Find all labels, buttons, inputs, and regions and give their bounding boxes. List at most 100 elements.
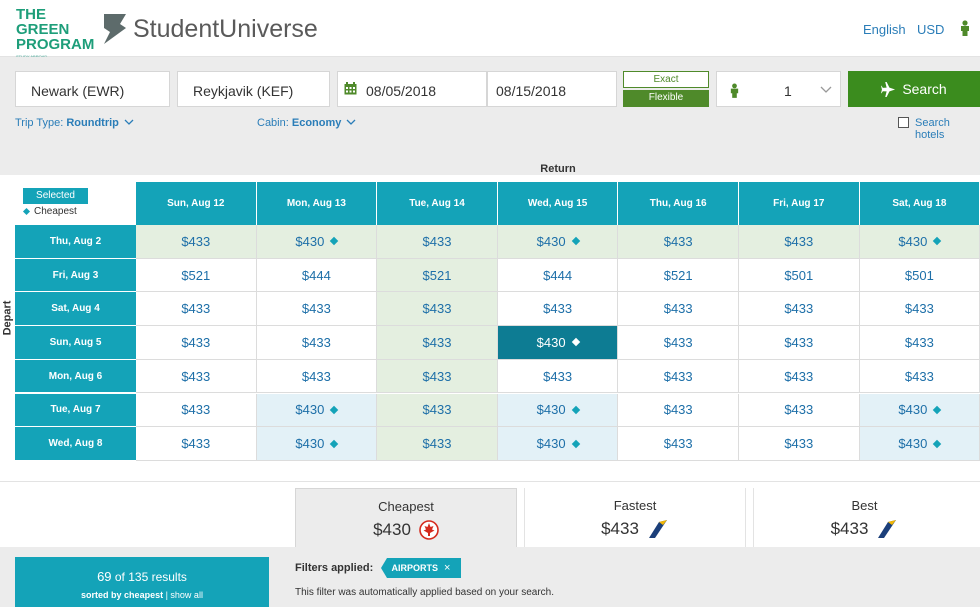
price-cell[interactable]: $430 <box>256 393 378 428</box>
price-cell[interactable]: $501 <box>739 258 860 293</box>
price-cell[interactable]: $430 <box>859 225 980 259</box>
price-cell[interactable]: $433 <box>859 292 980 327</box>
price-cell[interactable]: $433 <box>136 427 257 461</box>
depart-date-row-header[interactable]: Sun, Aug 5 <box>15 326 136 360</box>
price-cell[interactable]: $433 <box>136 393 257 428</box>
price-cell[interactable]: $501 <box>859 258 980 293</box>
price-value: $521 <box>663 267 693 283</box>
chevron-down-icon <box>346 119 356 125</box>
price-cell[interactable]: $430 <box>497 393 619 428</box>
filter-chip-airports[interactable]: AIRPORTS × <box>381 558 461 578</box>
price-cell[interactable]: $433 <box>377 393 498 428</box>
price-cell[interactable]: $433 <box>618 225 739 259</box>
price-cell[interactable]: $433 <box>618 393 739 428</box>
price-cell[interactable]: $433 <box>739 359 860 394</box>
price-cell[interactable]: $433 <box>618 427 739 461</box>
trip-type-dropdown[interactable]: Trip Type: Roundtrip <box>15 117 134 129</box>
price-cell[interactable]: $433 <box>256 292 378 327</box>
show-all-link[interactable]: show all <box>170 590 203 600</box>
depart-date-value: 08/05/2018 <box>366 83 437 99</box>
price-cell[interactable]: $444 <box>497 258 619 293</box>
depart-date-row-header[interactable]: Thu, Aug 2 <box>15 225 136 259</box>
price-value: $433 <box>784 233 814 249</box>
price-cell[interactable]: $430 <box>256 427 378 461</box>
price-cell[interactable]: $433 <box>618 326 739 360</box>
price-cell[interactable]: $433 <box>256 326 378 360</box>
tab-fastest[interactable]: Fastest $433 <box>524 488 746 547</box>
price-cell[interactable]: $433 <box>739 326 860 360</box>
price-cell[interactable]: $433 <box>377 292 498 327</box>
price-cell[interactable]: $430 <box>256 225 378 259</box>
chevron-down-icon <box>820 86 832 93</box>
the-green-program-logo[interactable]: THE GREEN PROGRAM STUDY ABROAD <box>16 7 98 59</box>
price-cell[interactable]: $433 <box>136 326 257 360</box>
depart-date-row-header[interactable]: Tue, Aug 7 <box>15 393 136 428</box>
results-count: 69 <box>97 569 112 584</box>
price-cell[interactable]: $433 <box>136 225 257 259</box>
account-person-icon[interactable] <box>959 20 971 36</box>
price-cell[interactable]: $433 <box>618 359 739 394</box>
price-cell[interactable]: $433 <box>136 359 257 394</box>
price-cell[interactable]: $433 <box>859 326 980 360</box>
destination-input[interactable]: Reykjavik (KEF) <box>177 71 330 107</box>
price-cell[interactable]: $433 <box>739 292 860 327</box>
price-value: $430 <box>295 233 325 249</box>
price-value: $433 <box>301 334 331 350</box>
price-cell[interactable]: $433 <box>256 359 378 394</box>
date-mode-exact[interactable]: Exact <box>623 71 709 88</box>
price-cell[interactable]: $433 <box>739 427 860 461</box>
air-canada-icon <box>419 520 439 540</box>
return-date-column-header[interactable]: Mon, Aug 13 <box>256 182 378 225</box>
price-cell[interactable]: $521 <box>618 258 739 293</box>
language-selector[interactable]: English <box>863 22 906 37</box>
price-cell[interactable]: $433 <box>618 292 739 327</box>
close-icon[interactable]: × <box>444 562 450 574</box>
price-cell[interactable]: $430 <box>497 225 619 259</box>
passenger-count-select[interactable]: 1 <box>716 71 841 107</box>
return-date-column-header[interactable]: Sat, Aug 18 <box>859 182 980 225</box>
price-cell[interactable]: $430 <box>497 427 619 461</box>
depart-date-row-header[interactable]: Fri, Aug 3 <box>15 258 136 293</box>
return-date-column-header[interactable]: Fri, Aug 17 <box>739 182 860 225</box>
calendar-icon <box>344 82 357 95</box>
filters-label: Filters applied: <box>295 562 374 574</box>
return-date-column-header[interactable]: Sun, Aug 12 <box>136 182 257 225</box>
tab-best[interactable]: Best $433 <box>753 488 975 547</box>
price-cell[interactable]: $433 <box>136 292 257 327</box>
depart-date-row-header[interactable]: Wed, Aug 8 <box>15 427 136 461</box>
cabin-dropdown[interactable]: Cabin: Economy <box>257 117 356 129</box>
price-cell[interactable]: $433 <box>739 393 860 428</box>
price-cell-selected[interactable]: $430 <box>497 326 619 360</box>
price-cell[interactable]: $444 <box>256 258 378 293</box>
price-cell[interactable]: $433 <box>377 225 498 259</box>
depart-date-row-header[interactable]: Mon, Aug 6 <box>15 359 136 394</box>
price-cell[interactable]: $430 <box>859 393 980 428</box>
depart-date-input[interactable]: 08/05/2018 <box>337 71 487 107</box>
date-mode-flexible[interactable]: Flexible <box>623 90 709 107</box>
price-cell[interactable]: $433 <box>859 359 980 394</box>
price-cell[interactable]: $433 <box>497 292 619 327</box>
return-date-column-header[interactable]: Thu, Aug 16 <box>618 182 739 225</box>
origin-input[interactable]: Newark (EWR) <box>15 71 170 107</box>
search-hotels-label[interactable]: Search hotels <box>915 117 980 141</box>
search-button[interactable]: Search <box>848 71 980 107</box>
search-hotels-checkbox[interactable] <box>898 117 909 128</box>
depart-date-row-header[interactable]: Sat, Aug 4 <box>15 292 136 327</box>
price-cell[interactable]: $433 <box>497 359 619 394</box>
brand-name[interactable]: StudentUniverse <box>133 15 318 44</box>
tab-cheapest[interactable]: Cheapest $430 <box>295 488 517 547</box>
price-value: $433 <box>784 368 814 384</box>
currency-selector[interactable]: USD <box>917 22 944 37</box>
price-cell[interactable]: $433 <box>377 359 498 394</box>
price-cell[interactable]: $433 <box>377 427 498 461</box>
price-cell[interactable]: $521 <box>377 258 498 293</box>
price-value: $433 <box>181 233 211 249</box>
return-date-input[interactable]: 08/15/2018 <box>487 71 617 107</box>
price-cell[interactable]: $433 <box>377 326 498 360</box>
price-cell[interactable]: $433 <box>739 225 860 259</box>
return-date-column-header[interactable]: Wed, Aug 15 <box>497 182 619 225</box>
return-date-column-header[interactable]: Tue, Aug 14 <box>377 182 498 225</box>
price-cell[interactable]: $521 <box>136 258 257 293</box>
cheapest-diamond-icon <box>22 207 31 216</box>
price-cell[interactable]: $430 <box>859 427 980 461</box>
